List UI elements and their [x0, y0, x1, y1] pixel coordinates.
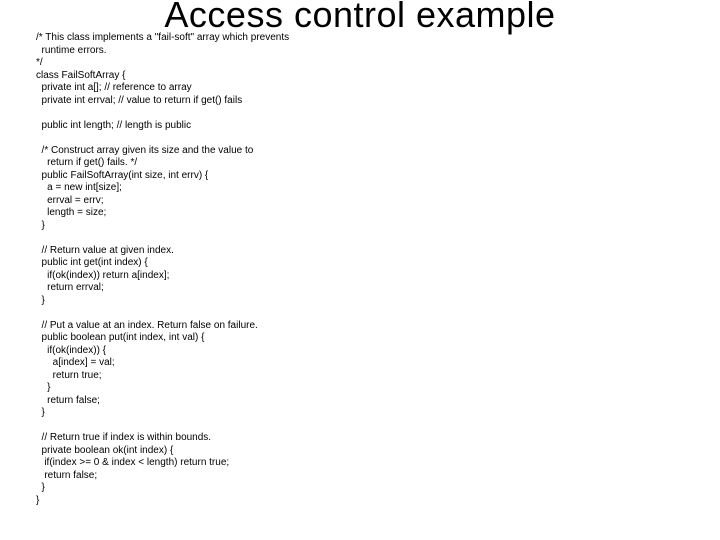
slide: Access control example /* This class imp…: [0, 0, 720, 540]
code-block: /* This class implements a "fail-soft" a…: [36, 32, 676, 507]
slide-title: Access control example: [0, 0, 720, 36]
